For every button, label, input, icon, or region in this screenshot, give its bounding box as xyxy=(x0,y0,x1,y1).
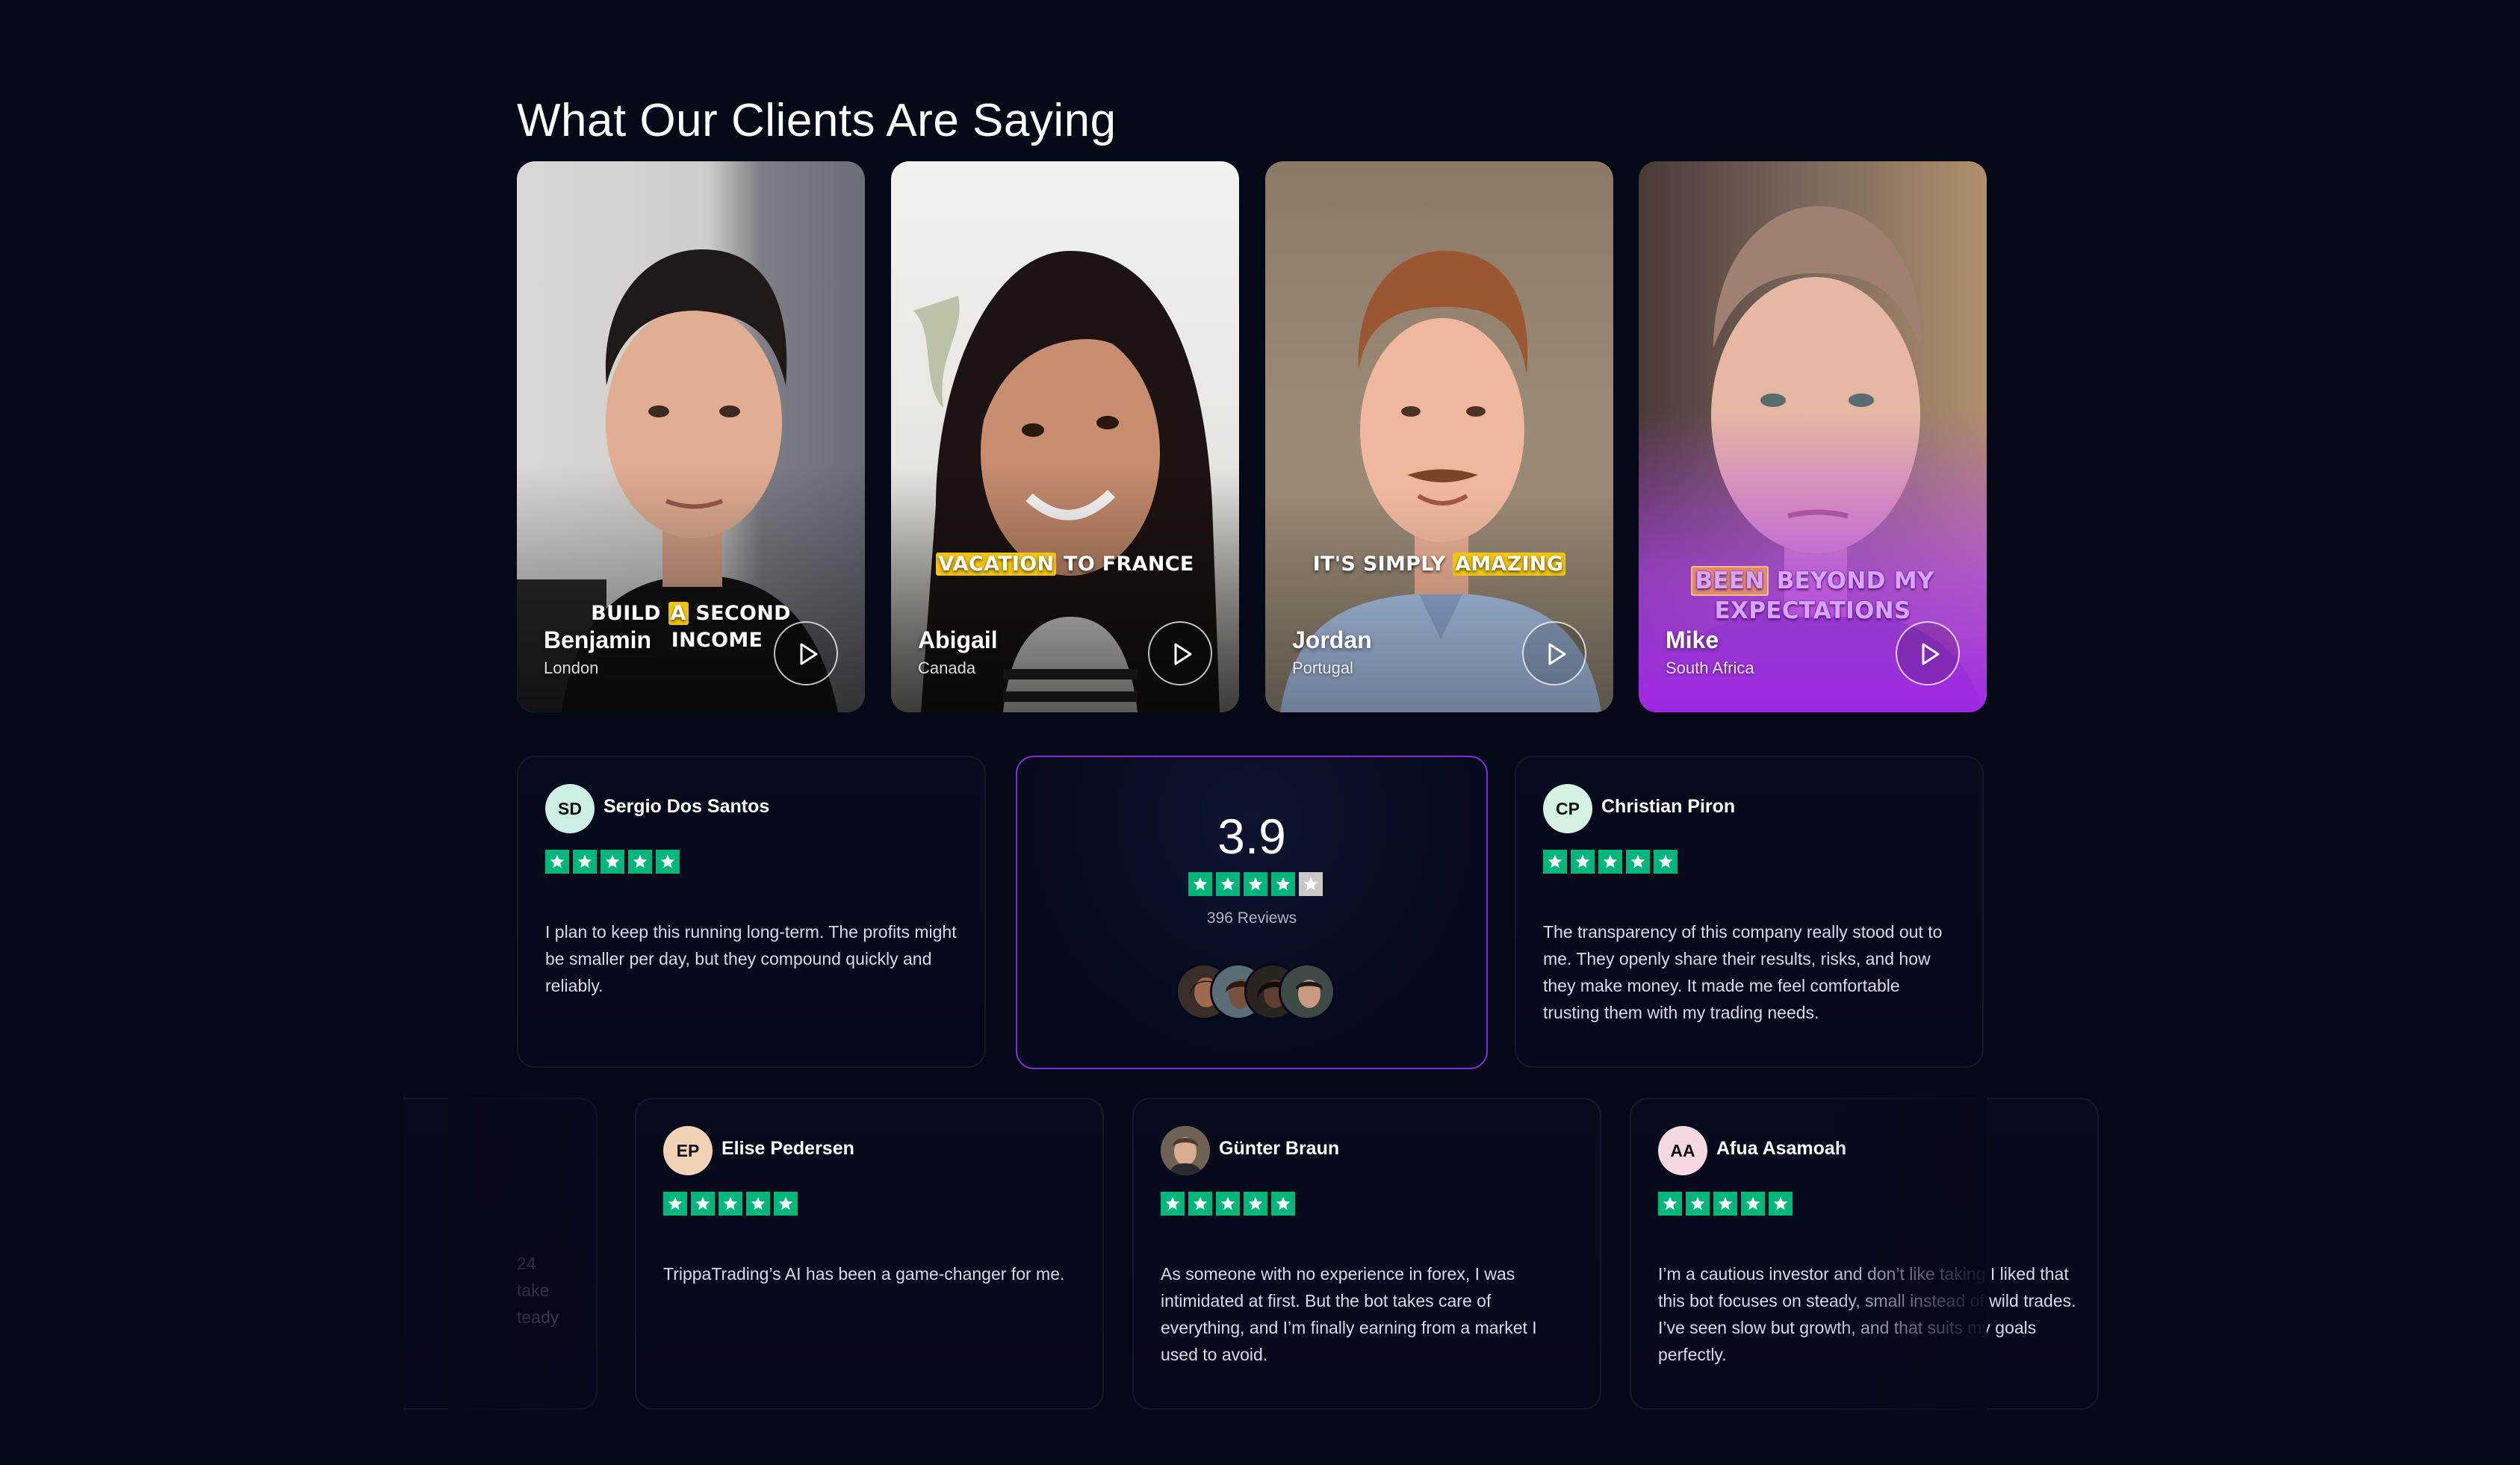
star-rating xyxy=(1658,1192,1793,1216)
star-icon xyxy=(1161,1192,1185,1216)
review-text-partial: 24 take teady xyxy=(517,1254,559,1327)
star-icon xyxy=(774,1192,798,1216)
star-icon xyxy=(1713,1192,1737,1216)
video-caption: BEEN BEYOND MY EXPECTATIONS xyxy=(1639,566,1987,626)
star-icon xyxy=(628,850,652,874)
star-icon xyxy=(1654,850,1678,874)
reviewer-name: Christian Piron xyxy=(1601,796,1736,817)
star-icon xyxy=(1626,850,1650,874)
video-caption: VACATION TO FRANCE xyxy=(891,551,1239,578)
video-person-location: South Africa xyxy=(1666,659,1754,677)
review-card: Günter Braun As someone with no experien… xyxy=(1132,1098,1601,1410)
video-person-location: Canada xyxy=(918,659,976,677)
rating-summary-card: 3.9 396 Reviews xyxy=(1016,756,1488,1069)
play-icon xyxy=(1548,643,1566,665)
play-button[interactable] xyxy=(1148,621,1212,685)
rating-score: 3.9 xyxy=(1217,809,1286,864)
star-icon xyxy=(1244,1192,1267,1216)
review-card: CP Christian Piron The transparency of t… xyxy=(1515,756,1984,1068)
video-person-location: London xyxy=(544,659,599,677)
video-caption: IT'S SIMPLY AMAZING xyxy=(1265,551,1613,578)
star-icon xyxy=(691,1192,715,1216)
play-icon xyxy=(1922,643,1940,665)
reviewer-name: Sergio Dos Santos xyxy=(603,796,770,817)
star-icon xyxy=(746,1192,770,1216)
star-empty-icon xyxy=(1299,872,1323,896)
review-card: EP Elise Pedersen TrippaTrading’s AI has… xyxy=(635,1098,1104,1410)
video-card-mike[interactable]: BEEN BEYOND MY EXPECTATIONS Mike South A… xyxy=(1639,161,1987,712)
star-icon xyxy=(1188,1192,1212,1216)
star-icon xyxy=(1571,850,1595,874)
review-text: As someone with no experience in forex, … xyxy=(1161,1264,1537,1364)
avatar: AA xyxy=(1658,1126,1707,1175)
play-button[interactable] xyxy=(1522,621,1586,685)
reviewer-name: Afua Asamoah xyxy=(1716,1138,1847,1159)
star-icon xyxy=(719,1192,742,1216)
video-person-name: Jordan xyxy=(1292,626,1372,653)
star-icon xyxy=(656,850,680,874)
star-icon xyxy=(1244,872,1267,896)
video-person-name: Abigail xyxy=(918,626,998,653)
video-testimonials-row: BUILD A SECOND INCOME Benjamin London VA… xyxy=(517,161,1987,712)
star-icon xyxy=(600,850,624,874)
star-icon xyxy=(1271,1192,1295,1216)
star-icon xyxy=(1216,872,1240,896)
avatar: CP xyxy=(1543,784,1592,833)
star-icon xyxy=(573,850,597,874)
review-text: The transparency of this company really … xyxy=(1543,922,1943,1022)
video-card-abigail[interactable]: VACATION TO FRANCE Abigail Canada xyxy=(891,161,1239,712)
play-button[interactable] xyxy=(774,621,838,685)
review-card: AA Afua Asamoah I’m a cautious investor … xyxy=(1630,1098,2099,1410)
video-person-location: Portugal xyxy=(1292,659,1353,677)
star-rating xyxy=(1543,850,1678,874)
video-card-jordan[interactable]: IT'S SIMPLY AMAZING Jordan Portugal xyxy=(1265,161,1613,712)
play-button[interactable] xyxy=(1896,621,1960,685)
star-icon xyxy=(1543,850,1567,874)
video-person-name: Mike xyxy=(1666,626,1719,653)
star-icon xyxy=(1598,850,1622,874)
star-rating xyxy=(663,1192,798,1216)
review-card: SD Sergio Dos Santos I plan to keep this… xyxy=(517,756,986,1068)
avatar xyxy=(1161,1126,1210,1175)
review-text: I’m a cautious investor and don’t like t… xyxy=(1658,1264,2076,1364)
review-card-partial: 24 take teady xyxy=(403,1098,598,1410)
testimonials-section: What Our Clients Are Saying BUILD A SECO… xyxy=(0,0,2520,1465)
reviewer-avatar-stack xyxy=(1176,963,1340,1020)
star-icon xyxy=(663,1192,687,1216)
star-icon xyxy=(1686,1192,1710,1216)
reviews-count: 396 Reviews xyxy=(1206,909,1297,927)
review-text: TrippaTrading’s AI has been a game-chang… xyxy=(663,1264,1065,1284)
star-icon xyxy=(1658,1192,1682,1216)
play-icon xyxy=(1174,643,1192,665)
star-icon xyxy=(1769,1192,1793,1216)
star-rating xyxy=(545,850,680,874)
reviewer-name: Günter Braun xyxy=(1219,1138,1340,1159)
section-title: What Our Clients Are Saying xyxy=(517,94,1117,146)
star-icon xyxy=(1271,872,1295,896)
star-icon xyxy=(545,850,569,874)
star-rating xyxy=(1161,1192,1295,1216)
avatar: EP xyxy=(663,1126,713,1175)
reviewer-name: Elise Pedersen xyxy=(721,1138,854,1159)
star-icon xyxy=(1216,1192,1240,1216)
avatar xyxy=(1279,963,1335,1020)
play-icon xyxy=(800,643,818,665)
star-rating xyxy=(1188,872,1323,896)
video-card-benjamin[interactable]: BUILD A SECOND INCOME Benjamin London xyxy=(517,161,865,712)
review-text: I plan to keep this running long-term. T… xyxy=(545,922,957,995)
avatar: SD xyxy=(545,784,595,833)
video-person-name: Benjamin xyxy=(544,626,652,653)
star-icon xyxy=(1188,872,1212,896)
star-icon xyxy=(1741,1192,1765,1216)
